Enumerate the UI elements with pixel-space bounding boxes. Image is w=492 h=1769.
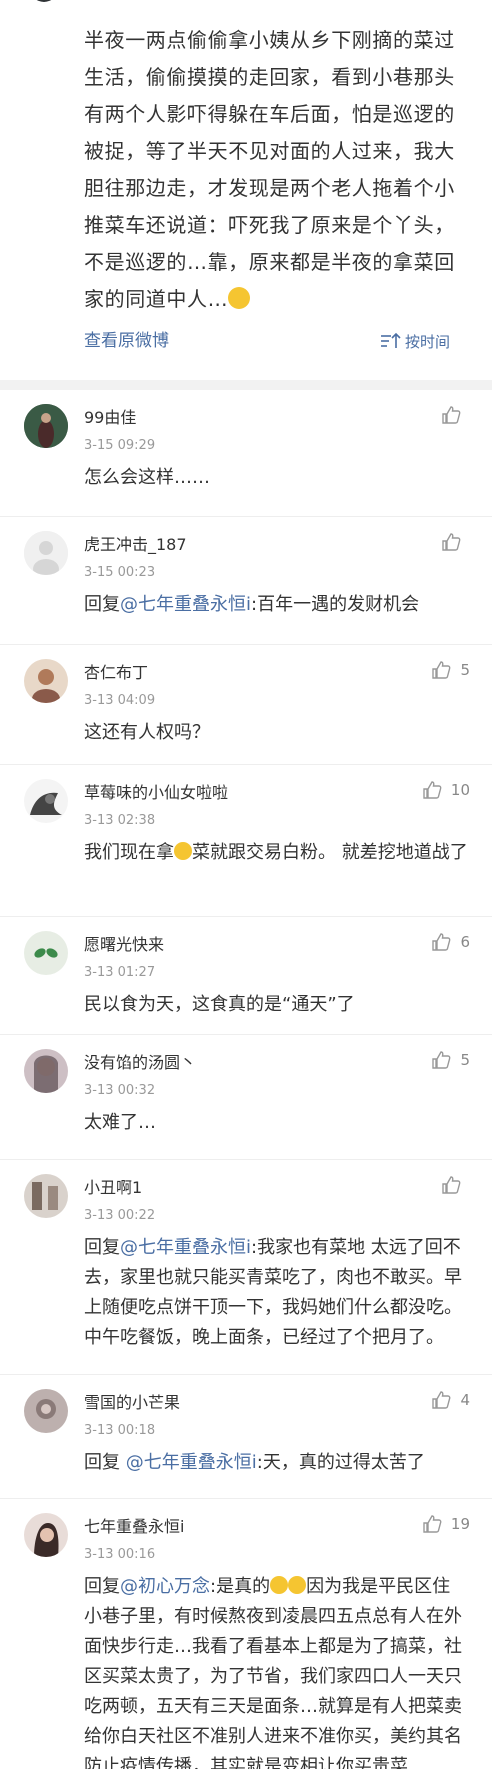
- comment-text: 回复@初心万念:是真的 因为我是平民区住小巷子里，有时候熬夜到凌晨四五点总有人在外…: [84, 1572, 468, 1769]
- post-text-content: 半夜一两点偷偷拿小姨从乡下刚摘的菜过生活，偷偷摸摸的走回家，看到小巷那头有两个人…: [84, 28, 455, 311]
- section-divider: [0, 380, 492, 390]
- comment-item: 小丑啊1 3-13 00:22 回复@七年重叠永恒i:我家也有菜地 太远了回不去…: [0, 1160, 492, 1375]
- author-avatar[interactable]: [30, 0, 58, 2]
- commenter-name[interactable]: 雪国的小芒果: [84, 1375, 468, 1413]
- avatar[interactable]: [24, 659, 68, 703]
- like-button[interactable]: 19: [421, 1513, 470, 1535]
- avatar[interactable]: [24, 1389, 68, 1433]
- like-count: 5: [460, 661, 470, 679]
- comment-text: 我们现在拿 菜就跟交易白粉。 就差挖地道战了: [84, 838, 468, 868]
- comment-text-content: :是真的: [210, 1576, 271, 1597]
- avatar[interactable]: [24, 404, 68, 448]
- comment-text-content: :天，真的过得太苦了: [256, 1452, 425, 1473]
- thumbs-up-icon: [442, 406, 461, 424]
- comment-text-content: 我们现在拿: [84, 842, 174, 863]
- reply-prefix: 回复: [84, 1576, 120, 1597]
- comment-time: 3-13 00:16: [84, 1547, 156, 1562]
- laughing-tears-emoji-icon: [288, 1576, 307, 1594]
- thumbs-up-icon: [432, 1051, 451, 1069]
- comment-time: 3-13 04:09: [84, 693, 156, 708]
- mention-link[interactable]: @初心万念: [120, 1576, 210, 1597]
- commenter-name[interactable]: 没有馅的汤圆丶: [84, 1035, 468, 1073]
- comment-text-content-2: 菜就跟交易白粉。 就差挖地道战了: [192, 842, 468, 863]
- avatar[interactable]: [24, 1174, 68, 1218]
- comment-item: 虎王冲击_187 3-15 00:23 回复@七年重叠永恒i:百年一遇的发财机会: [0, 517, 492, 645]
- like-button[interactable]: 5: [430, 659, 470, 681]
- thumbs-up-icon: [423, 781, 442, 799]
- like-button[interactable]: 10: [421, 779, 470, 801]
- like-count: 4: [460, 1391, 470, 1409]
- avatar[interactable]: [24, 531, 68, 575]
- comment-text: 这还有人权吗？: [84, 722, 210, 743]
- sort-icon: [380, 332, 401, 348]
- comment-item: 愿曙光快来 3-13 01:27 民以食为天，这食真的是“通天”了 6: [0, 917, 492, 1035]
- comment-time: 3-15 00:23: [84, 565, 156, 580]
- commenter-name[interactable]: 七年重叠永恒i: [84, 1499, 468, 1537]
- comment-item: 杏仁布丁 3-13 04:09 这还有人权吗？ 5: [0, 645, 492, 765]
- comment-time: 3-13 01:27: [84, 965, 156, 980]
- mention-link[interactable]: @七年重叠永恒i: [120, 594, 251, 615]
- reply-prefix: 回复: [84, 594, 120, 615]
- comment-item: 七年重叠永恒i 3-13 00:16 回复@初心万念:是真的 因为我是平民区住小巷…: [0, 1499, 492, 1769]
- thumbs-up-icon: [423, 1515, 442, 1533]
- thumbs-up-icon: [442, 533, 461, 551]
- avatar[interactable]: [24, 779, 68, 823]
- comment-item: 99由佳 3-15 09:29 怎么会这样……: [0, 390, 492, 517]
- commenter-name[interactable]: 99由佳: [84, 390, 468, 428]
- thumbs-up-icon: [432, 1391, 451, 1409]
- post-text: 半夜一两点偷偷拿小姨从乡下刚摘的菜过生活，偷偷摸摸的走回家，看到小巷那头有两个人…: [84, 0, 462, 318]
- like-count: 19: [450, 1515, 470, 1533]
- comment-time: 3-13 00:22: [84, 1208, 156, 1223]
- commenter-name[interactable]: 愿曙光快来: [84, 917, 468, 955]
- comment-text: 回复 @七年重叠永恒i:天，真的过得太苦了: [84, 1448, 468, 1478]
- comment-text: 怎么会这样……: [84, 467, 210, 488]
- comment-text: 回复@七年重叠永恒i:百年一遇的发财机会: [84, 590, 468, 620]
- laughing-tears-emoji-icon: [228, 287, 251, 309]
- comment-text-content: :百年一遇的发财机会: [251, 594, 420, 615]
- mention-link[interactable]: @七年重叠永恒i: [126, 1452, 257, 1473]
- post-card: 半夜一两点偷偷拿小姨从乡下刚摘的菜过生活，偷偷摸摸的走回家，看到小巷那头有两个人…: [0, 0, 492, 380]
- avatar[interactable]: [24, 1049, 68, 1093]
- comment-time: 3-13 02:38: [84, 813, 156, 828]
- comment-time: 3-15 09:29: [84, 438, 156, 453]
- like-button[interactable]: 6: [430, 931, 470, 953]
- like-count: 10: [450, 781, 470, 799]
- sort-by-time-button[interactable]: 按时间: [379, 330, 450, 352]
- like-button[interactable]: 5: [430, 1049, 470, 1071]
- comment-time: 3-13 00:18: [84, 1423, 156, 1438]
- comment-text: 民以食为天，这食真的是“通天”了: [84, 994, 355, 1015]
- laughing-tears-emoji-icon: [270, 1576, 289, 1594]
- like-button[interactable]: [440, 404, 470, 426]
- comment-list: 99由佳 3-15 09:29 怎么会这样…… 虎王冲击_187 3-15 00…: [0, 390, 492, 1769]
- commenter-name[interactable]: 虎王冲击_187: [84, 517, 468, 555]
- like-button[interactable]: [440, 531, 470, 553]
- comment-time: 3-13 00:32: [84, 1083, 156, 1098]
- comment-item: 雪国的小芒果 3-13 00:18 回复 @七年重叠永恒i:天，真的过得太苦了 …: [0, 1375, 492, 1499]
- smile-emoji-icon: [174, 842, 192, 860]
- thumbs-up-icon: [432, 661, 451, 679]
- like-button[interactable]: [440, 1174, 470, 1196]
- sort-label: 按时间: [404, 332, 450, 351]
- thumbs-up-icon: [442, 1176, 461, 1194]
- reply-prefix: 回复: [84, 1452, 126, 1473]
- avatar[interactable]: [24, 1513, 68, 1557]
- like-button[interactable]: 4: [430, 1389, 470, 1411]
- thumbs-up-icon: [432, 933, 451, 951]
- commenter-name[interactable]: 杏仁布丁: [84, 645, 468, 683]
- avatar[interactable]: [24, 931, 68, 975]
- mention-link[interactable]: @七年重叠永恒i: [120, 1237, 251, 1258]
- reply-prefix: 回复: [84, 1237, 120, 1258]
- commenter-name[interactable]: 小丑啊1: [84, 1160, 468, 1198]
- like-count: 5: [460, 1051, 470, 1069]
- commenter-name[interactable]: 草莓味的小仙女啦啦: [84, 765, 468, 803]
- comment-text-content-2: 因为我是平民区住小巷子里，有时候熬夜到凌晨四五点总有人在外面快步行走…我看了看基…: [84, 1576, 462, 1769]
- comment-text: 回复@七年重叠永恒i:我家也有菜地 太远了回不去，家里也就只能买青菜吃了，肉也不…: [84, 1233, 468, 1353]
- comment-item: 草莓味的小仙女啦啦 3-13 02:38 我们现在拿 菜就跟交易白粉。 就差挖地道…: [0, 765, 492, 917]
- like-count: 6: [460, 933, 470, 951]
- comment-item: 没有馅的汤圆丶 3-13 00:32 太难了… 5: [0, 1035, 492, 1160]
- comment-text: 太难了…: [84, 1112, 156, 1133]
